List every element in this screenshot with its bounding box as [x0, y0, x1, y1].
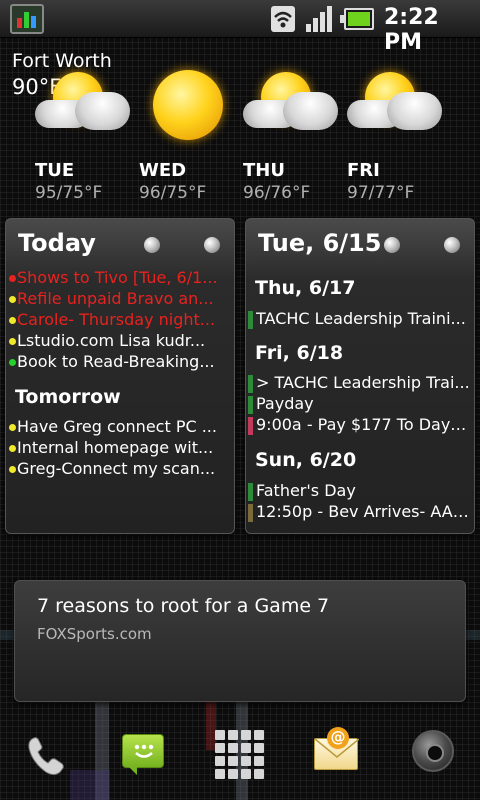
task-item[interactable]: Refile unpaid Bravo an...: [6, 289, 234, 311]
forecast-day: WED 96/75°F: [139, 70, 249, 203]
calendar-event[interactable]: 9:00a - Pay $177 To Dayc...: [246, 415, 474, 437]
forecast-temp-range: 95/75°F: [35, 183, 103, 203]
event-color-bar: [248, 483, 253, 501]
calendar-event[interactable]: Father's Day: [246, 481, 474, 503]
forecast-day: FRI 97/77°F: [347, 72, 457, 203]
task-priority-dot: [9, 338, 16, 345]
task-item[interactable]: Greg-Connect my scan...: [6, 459, 234, 481]
task-item[interactable]: Lstudio.com Lisa kudr...: [6, 331, 234, 353]
pin-icon: [384, 237, 400, 253]
task-text: Book to Read-Breaking...: [17, 352, 215, 371]
event-color-bar: [248, 311, 253, 329]
partly-cloudy-icon: [35, 72, 135, 142]
partly-cloudy-icon: [243, 72, 343, 142]
news-widget[interactable]: 7 reasons to root for a Game 7 FOXSports…: [14, 580, 466, 702]
pin-icon: [444, 237, 460, 253]
forecast-temp-range: 97/77°F: [347, 183, 415, 203]
task-text: Internal homepage wit...: [17, 438, 214, 457]
task-item[interactable]: Have Greg connect PC ...: [6, 417, 234, 439]
task-text: Refile unpaid Bravo an...: [17, 289, 214, 308]
sunny-icon: [139, 70, 239, 142]
task-item[interactable]: Internal homepage wit...: [6, 438, 234, 460]
app-drawer-button[interactable]: [215, 730, 275, 786]
weather-city: Fort Worth: [12, 50, 112, 72]
calendar-date-heading: Sun, 6/20: [255, 449, 357, 471]
task-priority-dot: [9, 275, 16, 282]
event-color-bar: [248, 396, 253, 414]
signal-icon: [306, 6, 332, 32]
task-priority-dot: [9, 466, 16, 473]
forecast-day: TUE 95/75°F: [35, 72, 145, 203]
forecast-day-name: WED: [139, 160, 187, 181]
task-item[interactable]: Book to Read-Breaking...: [6, 352, 234, 374]
calendar-widget[interactable]: Tue, 6/15 Thu, 6/17 TACHC Leadership Tra…: [245, 218, 475, 534]
tasks-title: Today: [18, 229, 96, 257]
event-text: > TACHC Leadership Trai...: [256, 373, 470, 392]
email-button[interactable]: @: [314, 727, 374, 786]
tasks-tomorrow-heading: Tomorrow: [15, 386, 121, 408]
notification-app-icon[interactable]: [10, 4, 44, 34]
email-icon: @: [314, 727, 359, 770]
event-text: Payday: [256, 394, 314, 413]
news-headline[interactable]: 7 reasons to root for a Game 7: [37, 595, 329, 617]
pin-icon: [204, 237, 220, 253]
calendar-event[interactable]: 12:50p - Bev Arrives- AA ...: [246, 502, 474, 524]
news-source: FOXSports.com: [37, 625, 152, 643]
messaging-button[interactable]: [120, 730, 180, 786]
at-symbol-icon: @: [327, 727, 349, 749]
calendar-event[interactable]: Payday: [246, 394, 474, 416]
calendar-event[interactable]: TACHC Leadership Traini...: [246, 309, 474, 331]
weather-widget[interactable]: Fort Worth 90°F TUE 95/75°F WED 96/75°F …: [0, 40, 480, 203]
camera-icon: [412, 730, 454, 772]
partly-cloudy-icon: [347, 72, 447, 142]
task-text: Lstudio.com Lisa kudr...: [17, 331, 206, 350]
task-text: Shows to Tivo [Tue, 6/1...: [17, 268, 218, 287]
event-color-bar: [248, 504, 253, 522]
dock: @: [0, 718, 480, 800]
phone-icon: [28, 737, 64, 775]
camera-button[interactable]: [410, 730, 470, 786]
status-bar: 2:22 PM: [0, 0, 480, 55]
task-priority-dot: [9, 317, 16, 324]
event-color-bar: [248, 375, 253, 393]
messaging-icon: [122, 734, 164, 775]
task-text: Carole- Thursday night...: [17, 310, 216, 329]
task-text: Greg-Connect my scan...: [17, 459, 216, 478]
task-priority-dot: [9, 296, 16, 303]
event-text: 12:50p - Bev Arrives- AA ...: [256, 502, 472, 521]
tasks-widget[interactable]: Today Shows to Tivo [Tue, 6/1... Refile …: [5, 218, 235, 534]
wifi-icon: [271, 6, 295, 32]
task-priority-dot: [9, 359, 16, 366]
forecast-day-name: THU: [243, 160, 285, 181]
event-color-bar: [248, 417, 253, 435]
forecast-day-name: TUE: [35, 160, 75, 181]
task-item[interactable]: Carole- Thursday night...: [6, 310, 234, 332]
forecast-temp-range: 96/76°F: [243, 183, 311, 203]
event-text: Father's Day: [256, 481, 356, 500]
forecast-temp-range: 96/75°F: [139, 183, 207, 203]
forecast-day-name: FRI: [347, 160, 380, 181]
calendar-event[interactable]: > TACHC Leadership Trai...: [246, 373, 474, 395]
task-priority-dot: [9, 445, 16, 452]
forecast-day: THU 96/76°F: [243, 72, 353, 203]
event-text: TACHC Leadership Traini...: [256, 309, 466, 328]
task-text: Have Greg connect PC ...: [17, 417, 217, 436]
phone-button[interactable]: [18, 730, 78, 786]
battery-icon: [340, 8, 374, 30]
app-drawer-icon: [215, 730, 264, 779]
pin-icon: [144, 237, 160, 253]
event-text: 9:00a - Pay $177 To Dayc...: [256, 415, 472, 434]
calendar-date-heading: Thu, 6/17: [255, 277, 356, 299]
task-item[interactable]: Shows to Tivo [Tue, 6/1...: [6, 268, 234, 290]
task-priority-dot: [9, 424, 16, 431]
calendar-date-heading: Fri, 6/18: [255, 342, 344, 364]
calendar-title: Tue, 6/15: [258, 229, 382, 257]
